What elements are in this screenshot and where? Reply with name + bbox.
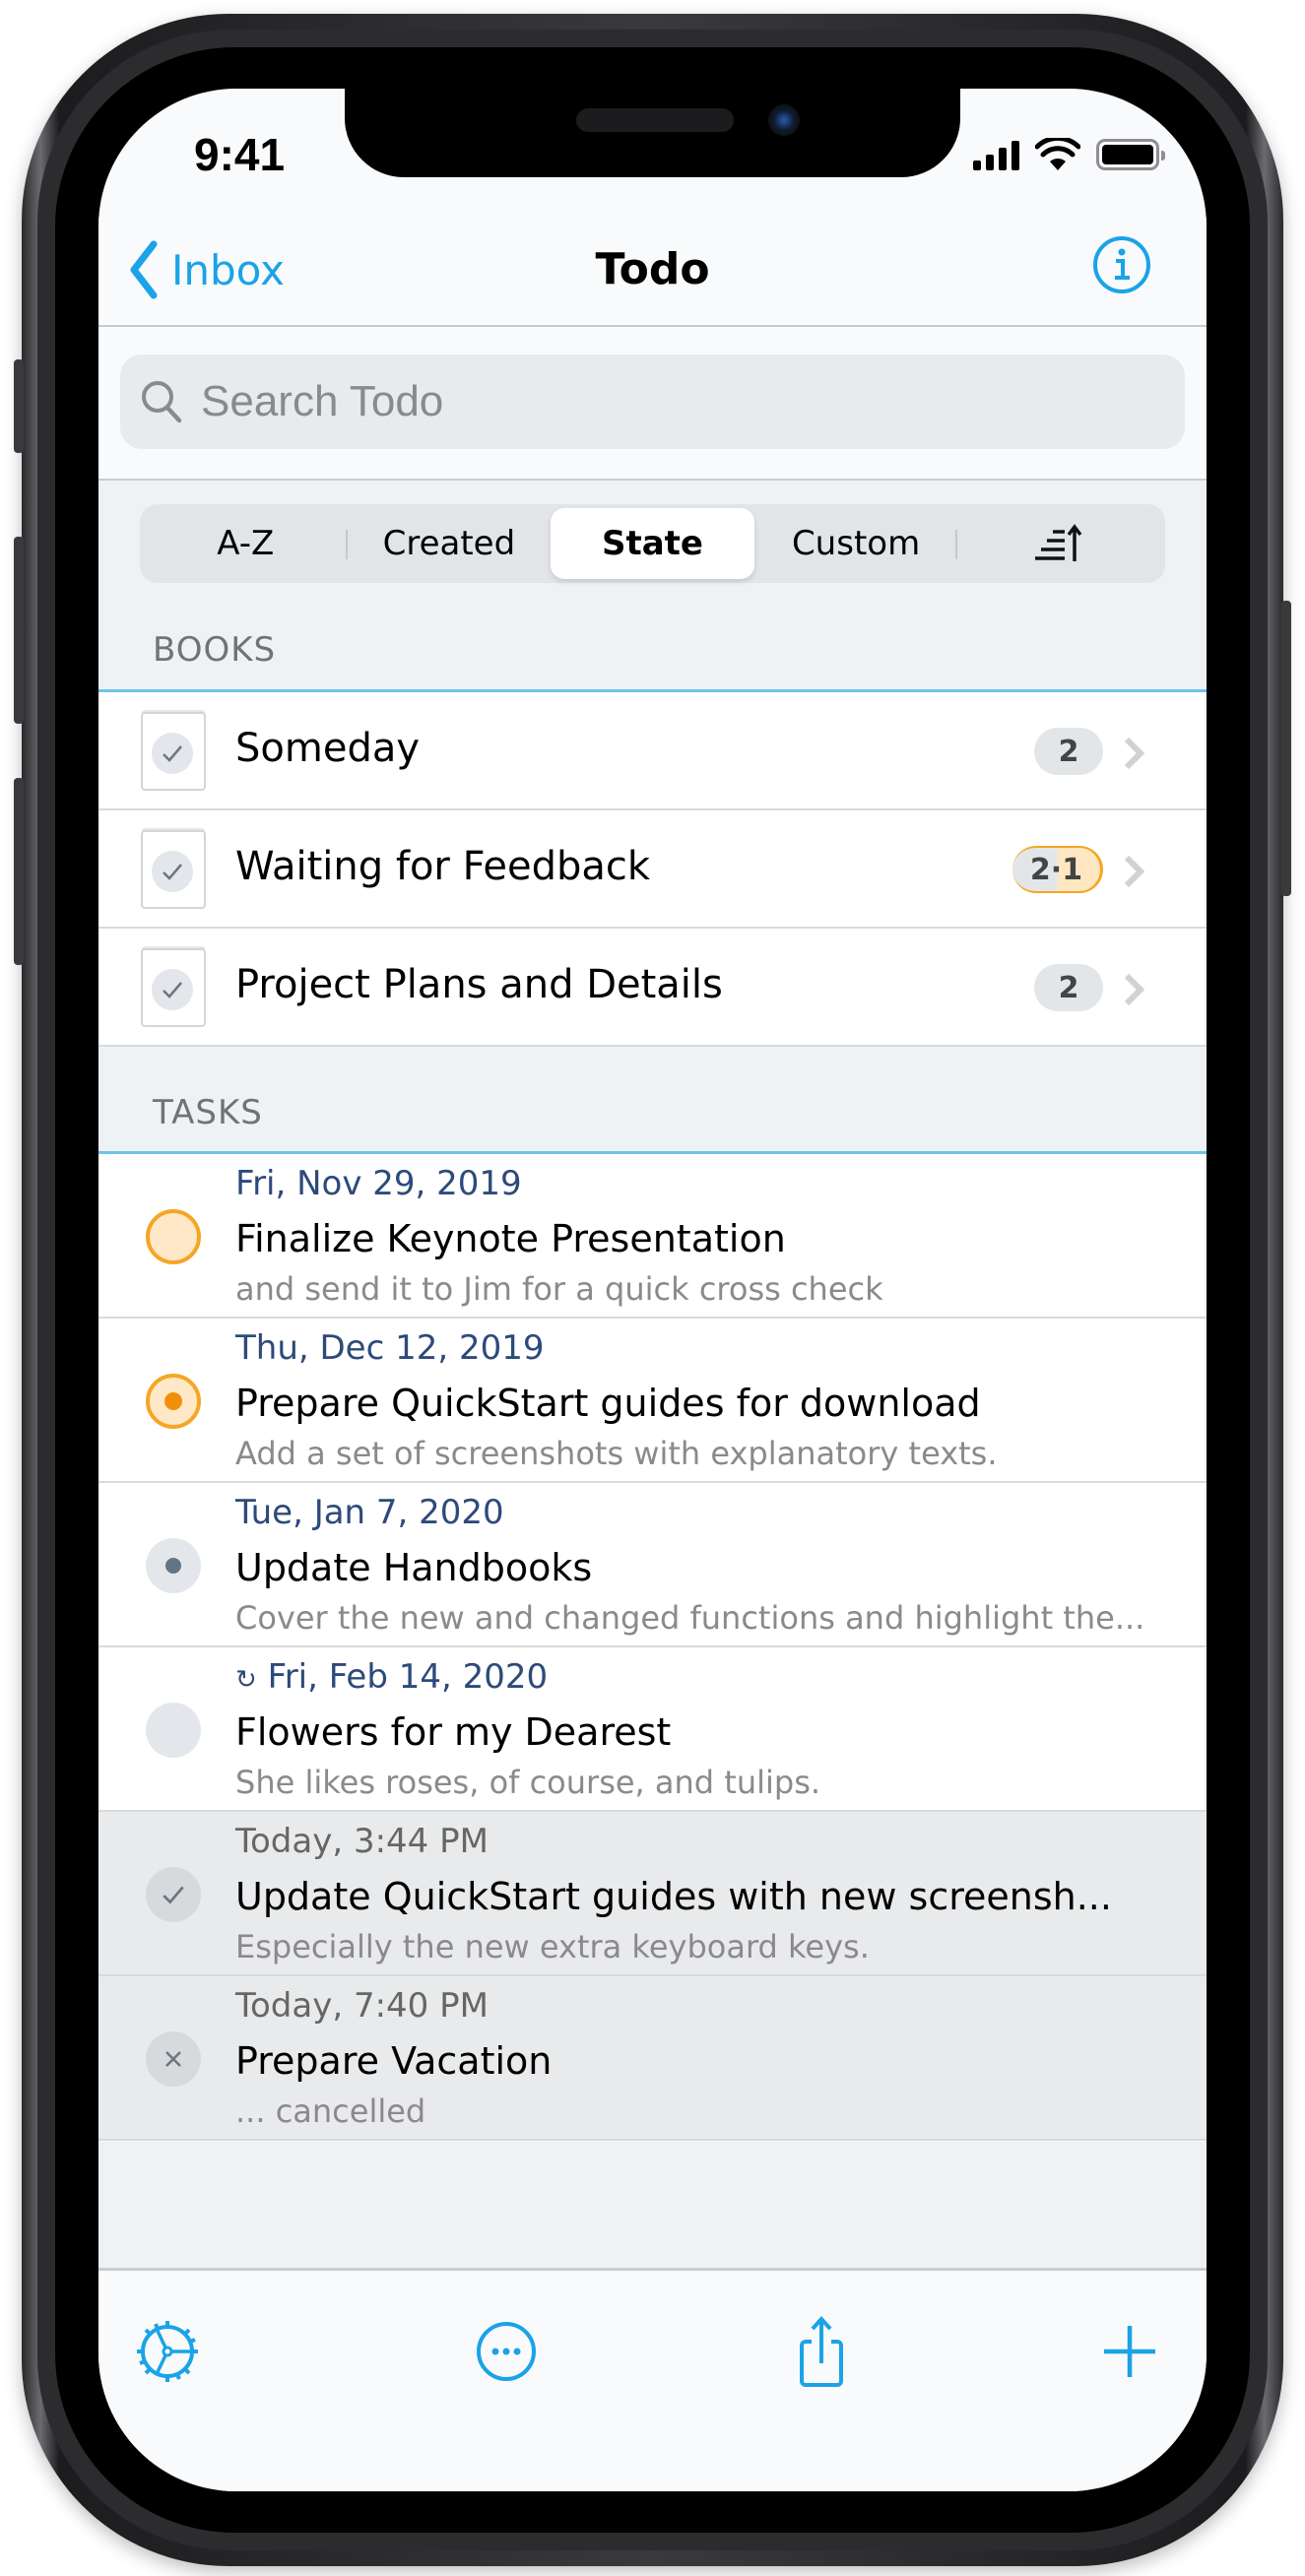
share-button[interactable] — [782, 2312, 861, 2391]
task-state-done-icon[interactable] — [146, 1867, 201, 1922]
share-icon — [800, 2316, 843, 2387]
screen: 9:41 Inbox Todo Search Todo A-Z Created … — [98, 89, 1207, 2491]
more-icon — [477, 2322, 536, 2381]
recurring-icon: ↻ — [235, 1665, 257, 1695]
task-title: Prepare Vacation — [235, 2039, 553, 2083]
task-row[interactable]: Tue, Jan 7, 2020 Update Handbooks Cover … — [98, 1483, 1207, 1647]
task-state-in-progress-priority-icon[interactable] — [146, 1374, 201, 1429]
sort-direction-button[interactable] — [957, 508, 1161, 579]
book-title: Someday — [235, 726, 421, 771]
add-icon — [1104, 2326, 1155, 2377]
book-icon — [141, 830, 206, 909]
tasks-header-bar: TASKS — [98, 1047, 1207, 1154]
books-header-bar: BOOKS — [98, 620, 1207, 692]
search-area — [98, 327, 1207, 481]
task-date: Thu, Dec 12, 2019 — [235, 1328, 545, 1368]
task-note: ... cancelled — [235, 2093, 426, 2130]
task-title: Flowers for my Dearest — [235, 1710, 672, 1754]
task-row[interactable]: Fri, Nov 29, 2019 Finalize Keynote Prese… — [98, 1154, 1207, 1319]
info-icon[interactable] — [1091, 234, 1152, 295]
wifi-icon — [1035, 138, 1080, 170]
task-state-in-progress-icon[interactable] — [146, 1538, 201, 1593]
book-row-waiting-for-feedback[interactable]: Waiting for Feedback 2·1 — [98, 810, 1207, 929]
cross-icon — [165, 2051, 181, 2067]
count-badge: 2·1 — [1012, 846, 1103, 893]
status-icons — [973, 138, 1165, 171]
task-date: Tue, Jan 7, 2020 — [235, 1493, 504, 1532]
chevron-right-icon — [1124, 737, 1145, 770]
task-state-cancelled-icon[interactable] — [146, 2031, 201, 2087]
settings-button[interactable] — [128, 2312, 207, 2391]
task-date-line: ↻ Fri, Feb 14, 2020 — [235, 1657, 548, 1697]
bottom-toolbar — [98, 2268, 1207, 2491]
more-button[interactable] — [467, 2312, 546, 2391]
book-title: Waiting for Feedback — [235, 844, 651, 889]
list-empty-area — [98, 2142, 1207, 2268]
volume-up-button — [14, 537, 24, 724]
book-row-project-plans[interactable]: Project Plans and Details 2 — [98, 929, 1207, 1047]
checkmark-icon — [163, 745, 182, 762]
sort-segment-state[interactable]: State — [551, 508, 754, 579]
tasks-header-label: TASKS — [153, 1093, 263, 1132]
sort-segmented-control: A-Z Created State Custom — [140, 504, 1165, 583]
task-title: Finalize Keynote Presentation — [235, 1217, 786, 1260]
task-note: Add a set of screenshots with explanator… — [235, 1435, 998, 1472]
task-note: She likes roses, of course, and tulips. — [235, 1764, 821, 1801]
sort-segment-created[interactable]: Created — [348, 508, 552, 579]
status-time: 9:41 — [194, 129, 286, 180]
book-icon — [141, 948, 206, 1027]
power-button — [1281, 601, 1291, 896]
book-row-someday[interactable]: Someday 2 — [98, 692, 1207, 810]
task-date: Fri, Feb 14, 2020 — [267, 1657, 549, 1697]
signal-icon — [973, 139, 1019, 170]
task-row[interactable]: Thu, Dec 12, 2019 Prepare QuickStart gui… — [98, 1319, 1207, 1483]
navigation-bar: Inbox Todo — [98, 217, 1207, 327]
search-icon — [142, 381, 182, 423]
sort-segment-az[interactable]: A-Z — [144, 508, 348, 579]
page-title: Todo — [595, 244, 710, 294]
chevron-right-icon — [1124, 855, 1145, 888]
add-button[interactable] — [1090, 2312, 1169, 2391]
checkmark-icon — [163, 864, 182, 880]
task-note: and send it to Jim for a quick cross che… — [235, 1270, 883, 1308]
sort-segment-custom[interactable]: Custom — [754, 508, 958, 579]
task-title: Update QuickStart guides with new screen… — [235, 1875, 1112, 1918]
task-row[interactable]: ↻ Fri, Feb 14, 2020 Flowers for my Deare… — [98, 1647, 1207, 1812]
task-row[interactable]: Today, 3:44 PM Update QuickStart guides … — [98, 1812, 1207, 1976]
task-state-open-priority-icon[interactable] — [146, 1209, 201, 1264]
checkmark-icon — [163, 1886, 184, 1904]
speaker-grille — [576, 108, 734, 132]
task-title: Prepare QuickStart guides for download — [235, 1382, 981, 1425]
search-field[interactable] — [120, 354, 1185, 449]
task-state-open-icon[interactable] — [146, 1703, 201, 1758]
book-icon — [141, 712, 206, 791]
task-note: Cover the new and changed functions and … — [235, 1599, 1145, 1637]
task-date: Today, 3:44 PM — [235, 1822, 489, 1861]
checkmark-icon — [163, 982, 182, 998]
silent-switch — [14, 359, 24, 453]
task-title: Update Handbooks — [235, 1546, 593, 1589]
task-date: Today, 7:40 PM — [235, 1986, 489, 2026]
task-date: Fri, Nov 29, 2019 — [235, 1164, 522, 1203]
notch — [345, 89, 960, 177]
volume-down-button — [14, 778, 24, 965]
front-camera — [768, 104, 800, 136]
books-header-label: BOOKS — [153, 630, 277, 670]
task-row[interactable]: Today, 7:40 PM Prepare Vacation ... canc… — [98, 1976, 1207, 2141]
sort-ascending-icon — [1034, 524, 1082, 561]
task-note: Especially the new extra keyboard keys. — [235, 1928, 870, 1965]
battery-icon — [1096, 139, 1165, 170]
search-input[interactable] — [201, 377, 1087, 426]
count-badge: 2 — [1034, 964, 1103, 1011]
count-badge: 2 — [1034, 728, 1103, 775]
book-title: Project Plans and Details — [235, 962, 723, 1007]
settings-icon — [137, 2321, 198, 2382]
chevron-right-icon — [1124, 973, 1145, 1006]
